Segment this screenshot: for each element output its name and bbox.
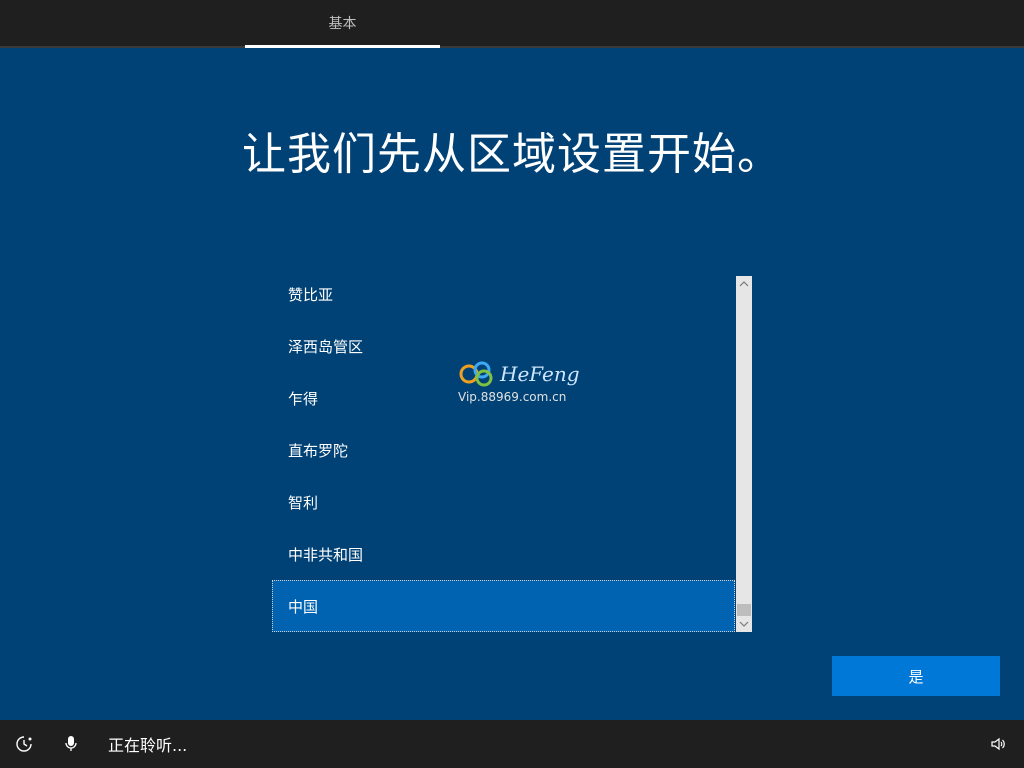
top-bar-divider — [0, 46, 1024, 48]
accessibility-icon[interactable] — [8, 720, 40, 768]
tab-basics[interactable]: 基本 — [245, 0, 440, 46]
list-item-region[interactable]: 乍得 — [272, 372, 735, 424]
page-title: 让我们先从区域设置开始。 — [242, 129, 782, 180]
region-label: 赞比亚 — [288, 285, 334, 304]
list-scrollbar[interactable] — [736, 276, 752, 632]
list-item-region-selected[interactable]: 中国 — [272, 580, 735, 632]
list-item-region[interactable]: 直布罗陀 — [272, 424, 735, 476]
list-item-region[interactable]: 智利 — [272, 476, 735, 528]
top-bar — [0, 0, 1024, 46]
microphone-icon[interactable] — [55, 720, 87, 768]
region-label: 泽西岛管区 — [288, 337, 364, 356]
tab-active-indicator — [245, 45, 440, 48]
region-label: 智利 — [288, 493, 319, 512]
region-label: 中非共和国 — [288, 545, 364, 564]
scroll-down-icon[interactable] — [736, 616, 752, 632]
yes-button[interactable]: 是 — [832, 656, 1000, 696]
region-label: 直布罗陀 — [288, 441, 349, 460]
bottom-bar: 正在聆听... — [0, 720, 1024, 768]
region-label: 乍得 — [288, 389, 319, 408]
region-label: 中国 — [288, 597, 319, 616]
listening-status: 正在聆听... — [108, 736, 188, 755]
scroll-thumb[interactable] — [737, 604, 751, 616]
region-list[interactable]: 赞比亚 泽西岛管区 乍得 直布罗陀 智利 中非共和国 中国 — [272, 276, 752, 632]
scroll-up-icon[interactable] — [736, 276, 752, 292]
list-item-region[interactable]: 泽西岛管区 — [272, 320, 735, 372]
list-item-region[interactable]: 赞比亚 — [272, 268, 735, 320]
volume-icon[interactable] — [982, 720, 1014, 768]
list-item-region[interactable]: 中非共和国 — [272, 528, 735, 580]
